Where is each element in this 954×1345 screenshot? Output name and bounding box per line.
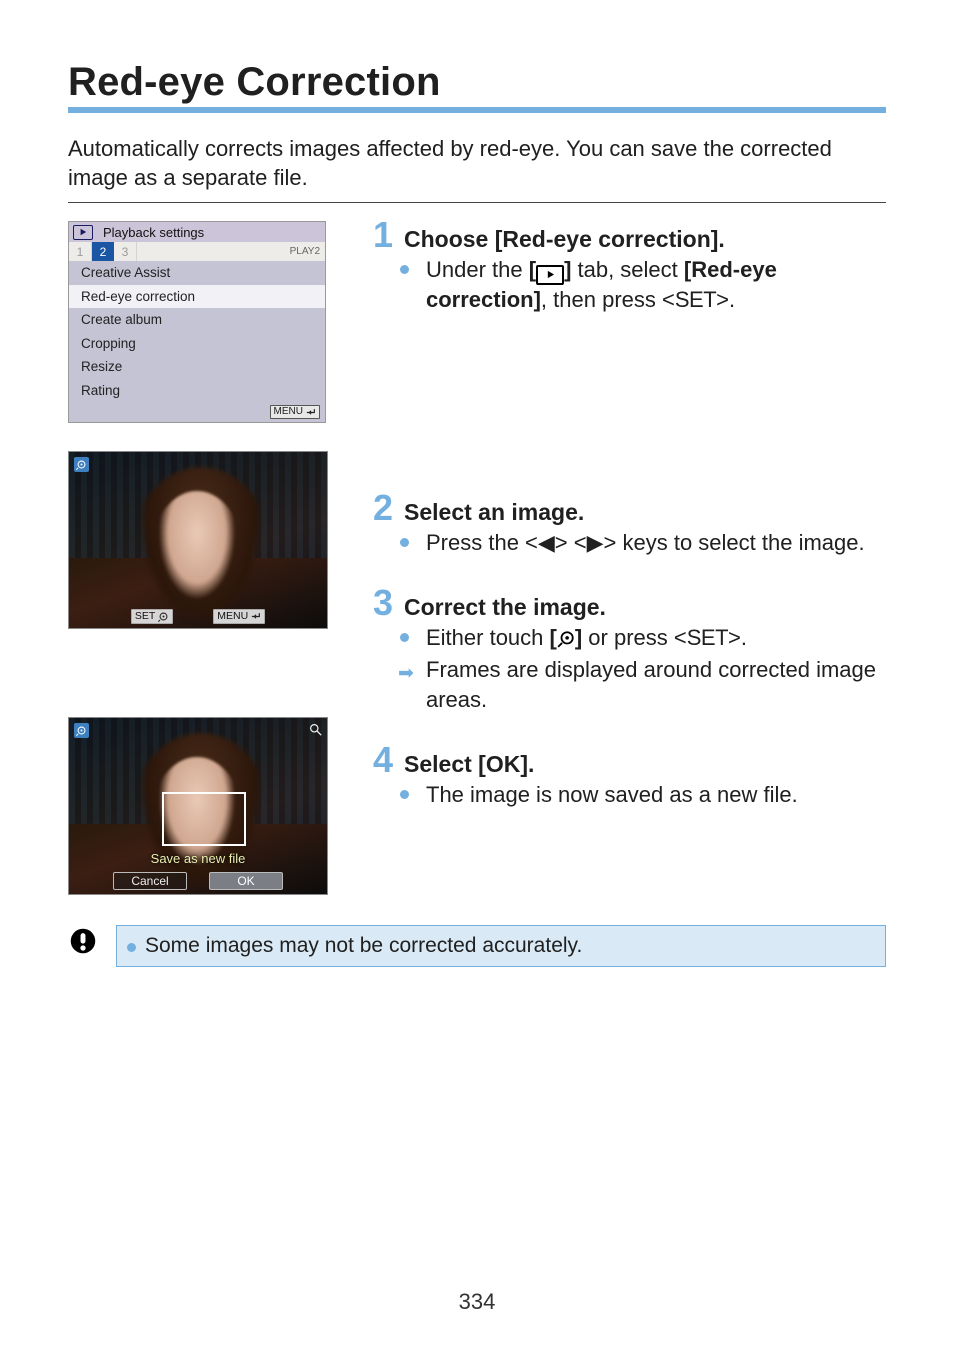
step-4: 4 Select [OK]. The image is now saved as…: [370, 742, 886, 810]
menu-item-creative-assist[interactable]: Creative Assist: [69, 261, 325, 285]
bullet-icon: [400, 790, 409, 799]
menu-return-label: MENU: [274, 406, 303, 418]
menu-item-list: Creative Assist Red-eye correction Creat…: [69, 261, 325, 402]
bullet-icon: [400, 538, 409, 547]
step-3-text-d: Frames are displayed around corrected im…: [426, 657, 876, 712]
caution-note: Some images may not be corrected accurat…: [68, 925, 886, 967]
step-2-title: Select an image.: [404, 499, 584, 526]
caution-text: Some images may not be corrected accurat…: [145, 934, 582, 957]
step-3-number: 3: [370, 585, 396, 621]
bullet-icon: [400, 265, 409, 274]
step-3-bullet-b: ➡ Frames are displayed around corrected …: [426, 655, 886, 714]
step-1-number: 1: [370, 217, 396, 253]
step-1-title: Choose [Red-eye correction].: [404, 226, 725, 253]
step-2: 2 Select an image. Press the <◀> <▶> key…: [370, 490, 886, 558]
step-1-text-c: , then press <: [541, 287, 675, 312]
set-key-label: SET: [675, 287, 716, 312]
step-1-text-d: >.: [716, 287, 735, 312]
ok-button[interactable]: OK: [209, 872, 283, 890]
bullet-icon: [400, 633, 409, 642]
redeye-small-icon: [158, 611, 169, 622]
intro-rule: [68, 202, 886, 203]
menu-tab-1[interactable]: 1: [69, 242, 92, 261]
menu-header-title: Playback settings: [103, 225, 204, 240]
menu-footer: MENU: [69, 402, 325, 422]
step-3: 3 Correct the image. Either touch [] or …: [370, 585, 886, 714]
playback-tab-icon: [536, 265, 564, 285]
redeye-icon: [74, 723, 89, 738]
sample-photo-select: SET MENU: [68, 451, 328, 629]
menu-chip[interactable]: MENU: [213, 609, 265, 625]
menu-item-cropping[interactable]: Cropping: [69, 332, 325, 356]
step-3-text-b: or press <: [582, 625, 687, 650]
playback-icon: [73, 225, 93, 240]
menu-item-create-album[interactable]: Create album: [69, 308, 325, 332]
title-rule: [68, 107, 886, 113]
sample-photo-save: Save as new file Cancel OK: [68, 717, 328, 895]
step-1-bullet: Under the [] tab, select [Red-eye correc…: [426, 255, 886, 314]
step-4-title: Select [OK].: [404, 751, 534, 778]
page-number: 334: [0, 1289, 954, 1315]
menu-tab-2[interactable]: 2: [92, 242, 114, 261]
menu-return-chip[interactable]: MENU: [270, 405, 320, 419]
step-1: 1 Choose [Red-eye correction]. Under the…: [370, 217, 886, 314]
step-4-bullet: The image is now saved as a new file.: [426, 780, 886, 810]
menu-chip-label: MENU: [217, 610, 248, 624]
menu-item-red-eye-correction[interactable]: Red-eye correction: [69, 285, 325, 309]
page-title: Red-eye Correction: [68, 60, 886, 105]
menu-screenshot: Playback settings 1 2 3 PLAY2 Creative A…: [68, 221, 326, 423]
return-icon: [306, 408, 316, 417]
arrow-bullet-icon: ➡: [398, 661, 414, 687]
step-3-bold-open: [: [550, 625, 557, 650]
menu-tab-row: 1 2 3 PLAY2: [69, 242, 325, 261]
menu-header: Playback settings: [69, 222, 325, 242]
menu-item-resize[interactable]: Resize: [69, 355, 325, 379]
set-chip-label: SET: [135, 610, 155, 624]
step-2-text: Press the <◀> <▶> keys to select the ima…: [426, 530, 865, 555]
step-1-text-a: Under the: [426, 257, 529, 282]
magnify-icon[interactable]: [309, 723, 322, 739]
step-4-text: The image is now saved as a new file.: [426, 782, 798, 807]
caution-note-box: Some images may not be corrected accurat…: [116, 925, 886, 967]
menu-item-rating[interactable]: Rating: [69, 379, 325, 403]
step-3-title: Correct the image.: [404, 594, 606, 621]
correction-frame: [162, 792, 246, 846]
set-chip[interactable]: SET: [131, 609, 173, 625]
redeye-touch-icon: [557, 630, 575, 648]
step-3-text-a: Either touch: [426, 625, 550, 650]
redeye-icon: [74, 457, 89, 472]
step-2-number: 2: [370, 490, 396, 526]
cancel-button[interactable]: Cancel: [113, 872, 187, 890]
step-4-number: 4: [370, 742, 396, 778]
step-3-bullet-a: Either touch [] or press <SET>.: [426, 623, 886, 653]
caution-icon: [68, 925, 98, 967]
step-2-bullet: Press the <◀> <▶> keys to select the ima…: [426, 528, 886, 558]
intro-text: Automatically corrects images affected b…: [68, 135, 886, 192]
menu-tab-3[interactable]: 3: [114, 242, 137, 261]
bullet-icon: [127, 943, 136, 952]
step-3-text-c: >.: [728, 625, 747, 650]
step-1-text-b: tab, select: [571, 257, 684, 282]
set-key-label: SET: [687, 625, 728, 650]
return-icon: [251, 612, 261, 621]
menu-tab-group-label: PLAY2: [290, 242, 325, 261]
save-banner: Save as new file: [69, 851, 327, 866]
